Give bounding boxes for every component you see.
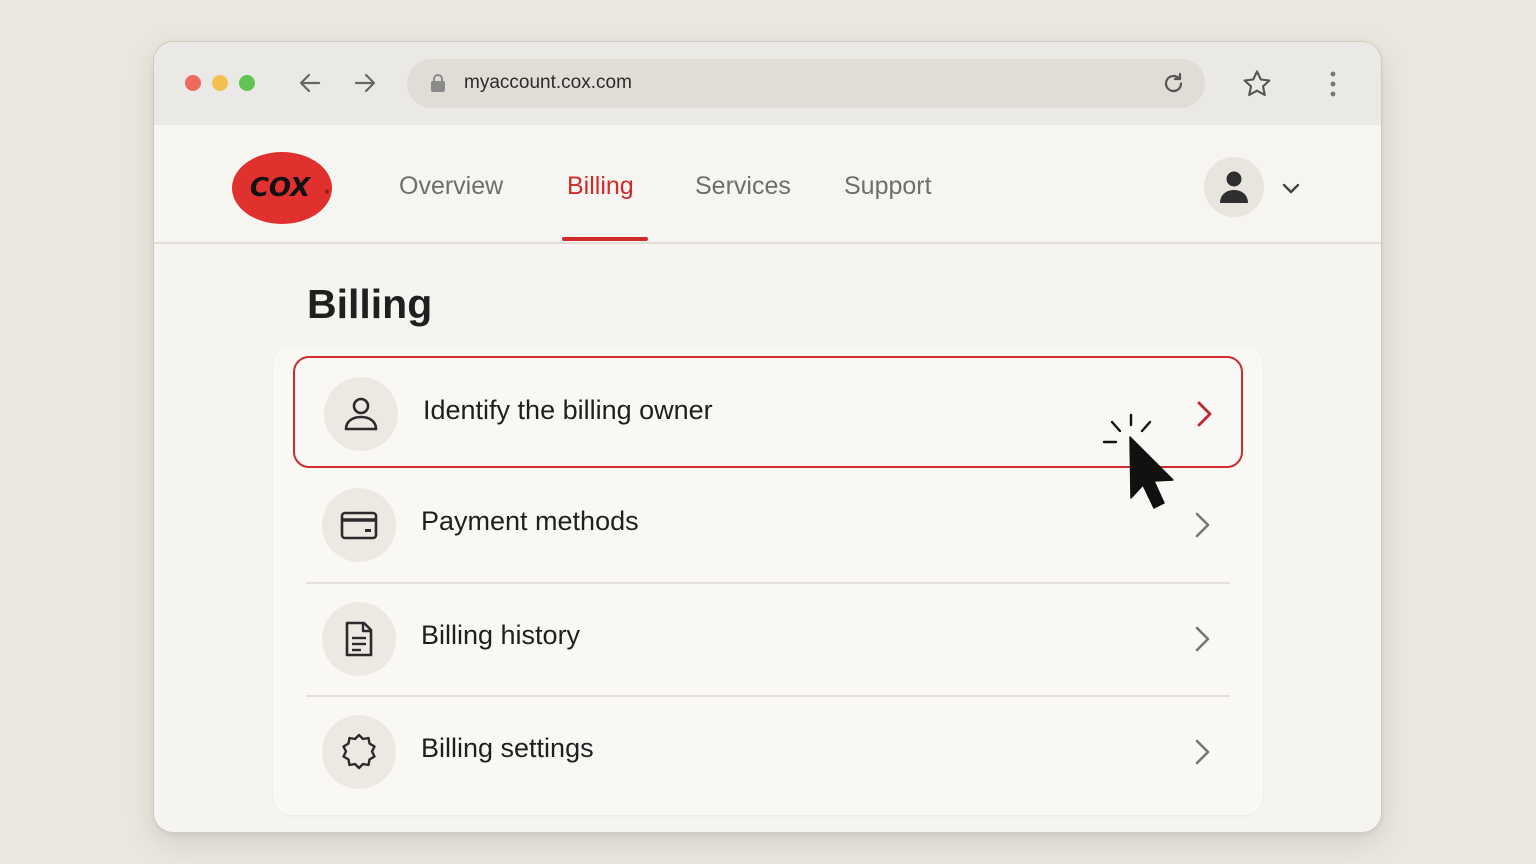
chevron-right-icon <box>1191 399 1217 429</box>
page-title: Billing <box>307 281 433 327</box>
mouse-cursor-icon <box>1098 412 1178 512</box>
tab-services[interactable]: Services <box>695 172 791 201</box>
chevron-right-icon <box>1189 624 1215 654</box>
person-icon <box>324 377 398 451</box>
page-content: COX ® Overview Billing Services Support … <box>154 125 1381 832</box>
close-window-button[interactable] <box>185 75 201 91</box>
address-bar[interactable]: myaccount.cox.com <box>407 59 1205 108</box>
browser-toolbar: myaccount.cox.com <box>154 42 1381 125</box>
list-item-billing-history[interactable]: Billing history <box>293 583 1243 695</box>
credit-card-icon <box>322 488 396 562</box>
chevron-right-icon <box>1189 510 1215 540</box>
user-avatar-icon[interactable] <box>1204 157 1264 217</box>
gear-icon <box>322 715 396 789</box>
list-item-label: Billing settings <box>421 733 594 763</box>
list-item-billing-settings[interactable]: Billing settings <box>293 696 1243 808</box>
kebab-menu-icon[interactable] <box>1321 69 1345 99</box>
list-item-label: Identify the billing owner <box>423 395 713 425</box>
forward-arrow-icon[interactable] <box>351 69 379 97</box>
tab-billing[interactable]: Billing <box>567 172 634 201</box>
document-icon <box>322 602 396 676</box>
minimize-window-button[interactable] <box>212 75 228 91</box>
cox-logo[interactable]: COX ® <box>232 150 336 226</box>
maximize-window-button[interactable] <box>239 75 255 91</box>
active-tab-indicator <box>562 237 648 241</box>
svg-text:®: ® <box>324 189 330 196</box>
site-header: COX ® Overview Billing Services Support <box>154 125 1381 244</box>
lock-icon <box>429 73 447 93</box>
star-icon[interactable] <box>1241 68 1273 100</box>
reload-icon[interactable] <box>1160 70 1187 97</box>
chevron-down-icon[interactable] <box>1280 177 1302 199</box>
list-item-label: Payment methods <box>421 506 639 536</box>
list-item-label: Billing history <box>421 620 581 650</box>
svg-text:COX: COX <box>250 173 312 203</box>
tab-support[interactable]: Support <box>844 172 932 201</box>
browser-window: myaccount.cox.com COX ® Overview Billing… <box>153 41 1382 833</box>
tab-overview[interactable]: Overview <box>399 172 503 201</box>
url-text: myaccount.cox.com <box>464 72 632 93</box>
chevron-right-icon <box>1189 737 1215 767</box>
back-arrow-icon[interactable] <box>296 69 324 97</box>
